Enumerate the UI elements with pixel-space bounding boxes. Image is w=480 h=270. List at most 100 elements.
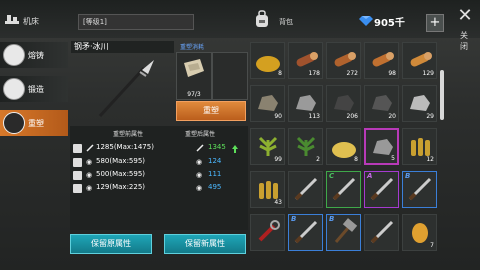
eye-icon: ◉ <box>86 171 93 179</box>
lathe-icon <box>5 15 19 24</box>
inventory-slot[interactable]: 99 <box>250 128 285 165</box>
item-count: 5 <box>391 155 395 162</box>
tab-smelt[interactable]: 熔铸 <box>0 42 68 68</box>
stat-new-value: 1345 <box>208 143 226 151</box>
rarity-tag: B <box>329 215 335 223</box>
lock-icon[interactable] <box>73 184 82 193</box>
machete-icon <box>332 177 356 201</box>
forge-icon <box>3 78 25 100</box>
close-icon[interactable]: ✕ <box>456 7 474 25</box>
stat-old-value: 1285(Max:1475) <box>96 143 154 151</box>
reforge-icon <box>3 112 25 134</box>
stats-panel <box>70 126 248 230</box>
stat-old-value: 500(Max:595) <box>96 170 146 178</box>
stat-old-value: 129(Max:225) <box>96 183 146 191</box>
inventory-slot[interactable]: 113 <box>288 85 323 122</box>
add-currency-button[interactable]: + <box>426 14 444 32</box>
lock-icon[interactable] <box>73 171 82 180</box>
item-count: 43 <box>274 199 282 206</box>
item-count: 7 <box>430 242 434 249</box>
inventory-slot[interactable]: 2 <box>288 128 323 165</box>
new-stats-header: 重塑后属性 <box>185 131 216 138</box>
material-count: 97/3 <box>187 91 201 98</box>
inventory-slot[interactable]: C <box>326 171 361 208</box>
keep-new-stats-button[interactable]: 保留新属性 <box>164 234 246 254</box>
inventory-slot[interactable]: 129 <box>402 42 437 79</box>
backpack-label: 背包 <box>279 18 293 26</box>
item-count: 20 <box>388 113 396 120</box>
inventory-slot[interactable]: 43 <box>250 171 285 208</box>
eye-icon: ◉ <box>86 184 93 192</box>
inventory-slot[interactable]: 98 <box>364 42 399 79</box>
inventory-slot[interactable]: 90 <box>250 85 285 122</box>
tab-forge[interactable]: 锻造 <box>0 76 68 102</box>
rarity-tag: A <box>367 172 373 180</box>
weapon-name: 钢矛·冰川 <box>71 41 174 53</box>
inventory-slot[interactable]: 8 <box>326 128 361 165</box>
rarity-tag: C <box>329 172 335 180</box>
item-count: 206 <box>346 113 358 120</box>
material-title: 重塑消耗 <box>180 44 205 51</box>
tab-label: 锻造 <box>28 85 44 94</box>
inventory-slot[interactable] <box>288 171 323 208</box>
keep-old-stats-button[interactable]: 保留原属性 <box>70 234 152 254</box>
smelt-icon <box>3 44 25 66</box>
inventory-slot[interactable]: A <box>364 171 399 208</box>
lock-icon[interactable] <box>73 144 82 153</box>
rarity-tag: B <box>405 172 411 180</box>
stat-new-value: 495 <box>208 183 222 191</box>
stat-new-value: 124 <box>208 157 222 165</box>
attack-icon <box>196 144 204 152</box>
item-count: 8 <box>278 70 282 77</box>
lock-icon[interactable] <box>73 158 82 167</box>
item-count: 8 <box>354 156 358 163</box>
inventory-slot[interactable]: B <box>402 171 437 208</box>
station-title: 机床 <box>23 17 39 26</box>
top-bar: 机床 [等级1] 背包 905千 + ✕ 关闭 <box>0 0 480 51</box>
inventory-grid: 8 178 272 98 129 90 113 206 20 29 99 2 8 5 12 43 C A B B B 7 <box>250 38 446 264</box>
material-slot[interactable]: 97/3 <box>176 52 212 100</box>
inventory-slot[interactable] <box>364 214 399 251</box>
inventory-slot[interactable]: 5 <box>364 128 399 165</box>
inventory-slot[interactable]: 20 <box>364 85 399 122</box>
knife-icon <box>294 177 318 201</box>
inventory-slot[interactable]: 8 <box>250 42 285 79</box>
tab-reforge[interactable]: 重塑 <box>0 110 68 136</box>
attack-icon <box>86 144 94 152</box>
close-label[interactable]: 关闭 <box>460 30 470 52</box>
backpack-icon[interactable] <box>255 10 269 28</box>
item-count: 29 <box>426 113 434 120</box>
item-count: 129 <box>422 70 434 77</box>
eye-icon: ◉ <box>196 184 203 192</box>
item-count: 2 <box>316 156 320 163</box>
material-slot-empty[interactable] <box>212 52 248 100</box>
wrench-icon <box>258 220 280 242</box>
inventory-slot[interactable]: 206 <box>326 85 361 122</box>
inventory-slot[interactable]: 12 <box>402 128 437 165</box>
reforge-button[interactable]: 重塑 <box>176 101 246 121</box>
rarity-tag: B <box>291 215 297 223</box>
inventory-slot[interactable]: B <box>326 214 361 251</box>
inventory-slot[interactable]: 272 <box>326 42 361 79</box>
level-indicator: [等级1] <box>78 14 194 30</box>
item-count: 90 <box>274 113 282 120</box>
item-count: 113 <box>308 113 320 120</box>
inventory-slot[interactable]: 7 <box>402 214 437 251</box>
eye-icon: ◉ <box>86 158 93 166</box>
eye-icon: ◉ <box>196 171 203 179</box>
paper-scroll-icon <box>184 59 204 77</box>
increase-arrow-icon <box>232 145 238 153</box>
item-count: 98 <box>388 70 396 77</box>
eye-icon: ◉ <box>196 158 203 166</box>
item-count: 12 <box>426 156 434 163</box>
inventory-scrollbar[interactable] <box>440 70 444 120</box>
gem-currency-icon <box>359 16 373 26</box>
spear-icon <box>98 60 154 118</box>
inventory-slot[interactable]: B <box>288 214 323 251</box>
item-count: 178 <box>308 70 320 77</box>
tab-label: 重塑 <box>28 119 44 128</box>
currency-amount: 905千 <box>374 18 405 29</box>
inventory-slot[interactable]: 178 <box>288 42 323 79</box>
inventory-slot[interactable] <box>250 214 285 251</box>
inventory-slot[interactable]: 29 <box>402 85 437 122</box>
